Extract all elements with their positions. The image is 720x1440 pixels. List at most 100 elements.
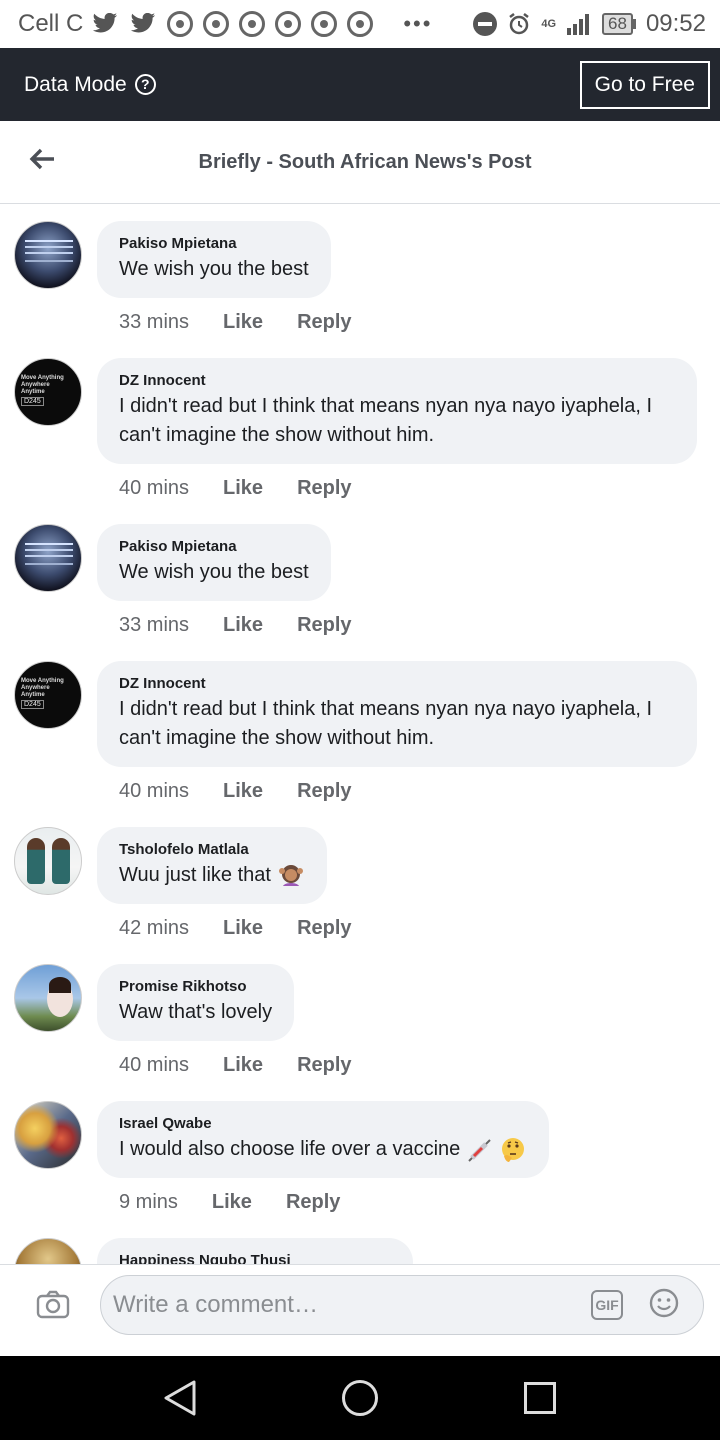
reply-button[interactable]: Reply [297, 917, 351, 940]
comment-author[interactable]: Pakiso Mpietana [119, 538, 309, 555]
avatar[interactable] [14, 964, 82, 1032]
comment-bubble[interactable]: Happiness Nqubo Thusi [97, 1238, 413, 1264]
reply-button[interactable]: Reply [297, 780, 351, 803]
back-arrow-icon[interactable] [28, 145, 56, 173]
comment-time: 40 mins [119, 477, 190, 499]
comment-actions: 9 mins Like Reply [119, 1191, 340, 1214]
comment-author[interactable]: Happiness Nqubo Thusi [119, 1252, 391, 1264]
comment-actions: 40 mins Like Reply [119, 780, 352, 803]
comment-actions: 40 mins Like Reply [119, 477, 352, 500]
go-to-free-button[interactable]: Go to Free [579, 60, 710, 109]
thinking-face-icon [502, 1137, 525, 1162]
comment-text-content: I would also choose life over a vaccine [119, 1138, 461, 1160]
battery-icon: 68 [602, 13, 636, 35]
like-button[interactable]: Like [223, 311, 263, 334]
comment-text: I would also choose life over a vaccine [119, 1135, 527, 1164]
reply-button[interactable]: Reply [297, 311, 351, 334]
comment-text: Waw that's lovely [119, 1001, 273, 1023]
comment-time: 40 mins [119, 780, 190, 802]
chrome-icon [167, 11, 194, 37]
chrome-icon [311, 11, 338, 37]
reply-button[interactable]: Reply [286, 1191, 340, 1214]
comment-text: Wuu just like that [119, 861, 305, 890]
comment-text-content: Wuu just like that [119, 864, 271, 886]
avatar[interactable] [14, 221, 82, 289]
avatar[interactable] [14, 1238, 82, 1264]
like-button[interactable]: Like [223, 477, 263, 500]
person-gesturing-ok-emoji-icon [278, 864, 303, 886]
smiley-icon[interactable] [649, 1288, 679, 1318]
alarm-icon [509, 13, 530, 35]
reply-button[interactable]: Reply [297, 1054, 351, 1077]
like-button[interactable]: Like [223, 1054, 263, 1077]
square-recents-icon[interactable] [524, 1382, 556, 1414]
comment-text: I didn't read but I think that means nya… [119, 395, 653, 446]
android-nav-bar [0, 1356, 720, 1440]
notification-icons: ••• [91, 11, 473, 37]
status-bar: Cell C ••• 4G 68 09:52 [0, 0, 720, 48]
comment-actions: 40 mins Like Reply [119, 1054, 352, 1077]
comment-actions: 33 mins Like Reply [119, 614, 352, 637]
avatar[interactable] [14, 661, 82, 729]
comment-author[interactable]: DZ Innocent [119, 675, 675, 692]
comment-bubble[interactable]: Pakiso Mpietana We wish you the best [97, 221, 331, 298]
like-button[interactable]: Like [212, 1191, 252, 1214]
comment-time: 42 mins [119, 917, 190, 939]
chrome-icon [239, 11, 266, 37]
twitter-icon [131, 13, 156, 33]
reply-button[interactable]: Reply [297, 614, 351, 637]
comment-bubble[interactable]: DZ Innocent I didn't read but I think th… [97, 661, 697, 767]
system-icons: 4G 68 09:52 [473, 10, 706, 38]
chrome-icon [275, 11, 302, 37]
gif-button[interactable]: GIF [591, 1290, 623, 1320]
data-mode-info[interactable]: Data Mode ? [24, 73, 156, 97]
comment-time: 33 mins [119, 311, 190, 333]
reply-button[interactable]: Reply [297, 477, 351, 500]
like-button[interactable]: Like [223, 917, 263, 940]
comment-bubble[interactable]: Israel Qwabe I would also choose life ov… [97, 1101, 550, 1178]
avatar[interactable] [14, 1101, 82, 1169]
data-mode-label: Data Mode [24, 72, 127, 96]
comment-bubble[interactable]: Promise Rikhotso Waw that's lovely [97, 964, 295, 1041]
comment-author[interactable]: Israel Qwabe [119, 1115, 527, 1132]
comment-input-placeholder: Write a comment… [113, 1291, 318, 1318]
like-button[interactable]: Like [223, 614, 263, 637]
network-type: 4G [541, 18, 557, 30]
avatar[interactable] [14, 358, 82, 426]
chrome-icon [347, 11, 374, 37]
comment-time: 33 mins [119, 614, 190, 636]
like-button[interactable]: Like [223, 780, 263, 803]
comment-bubble[interactable]: DZ Innocent I didn't read but I think th… [97, 358, 697, 464]
comment-bubble[interactable]: Tsholofelo Matlala Wuu just like that [97, 827, 327, 904]
comment-actions: 33 mins Like Reply [119, 311, 352, 334]
camera-icon[interactable] [36, 1289, 70, 1319]
comment-text: We wish you the best [119, 561, 309, 583]
comment-bubble[interactable]: Pakiso Mpietana We wish you the best [97, 524, 331, 601]
battery-level: 68 [602, 13, 633, 35]
clock: 09:52 [645, 10, 706, 37]
comment-author[interactable]: Promise Rikhotso [119, 978, 272, 995]
page-title: Briefly - South African News's Post [198, 150, 532, 173]
syringe-icon [468, 1139, 491, 1162]
carrier-name: Cell C [18, 10, 84, 37]
avatar[interactable] [14, 524, 82, 592]
more-notifications-icon: ••• [403, 11, 433, 36]
comment-text: We wish you the best [119, 258, 309, 280]
comment-actions: 42 mins Like Reply [119, 917, 352, 940]
avatar[interactable] [14, 827, 82, 895]
comment-input[interactable]: Write a comment… GIF [100, 1275, 704, 1335]
comment-composer: Write a comment… GIF [0, 1264, 720, 1356]
chrome-icon [203, 11, 230, 37]
comment-time: 40 mins [119, 1054, 190, 1076]
signal-icon [567, 14, 590, 35]
post-header: Briefly - South African News's Post [0, 121, 720, 204]
data-mode-bar: Data Mode ? Go to Free [0, 48, 720, 121]
comment-author[interactable]: Pakiso Mpietana [119, 235, 309, 252]
help-icon[interactable]: ? [134, 74, 156, 95]
comment-time: 9 mins [119, 1191, 178, 1213]
comment-author[interactable]: DZ Innocent [119, 372, 675, 389]
circle-home-icon[interactable] [342, 1380, 378, 1416]
comments-feed[interactable]: Pakiso Mpietana We wish you the best 33 … [0, 204, 720, 1264]
triangle-back-icon[interactable] [160, 1378, 200, 1418]
comment-author[interactable]: Tsholofelo Matlala [119, 841, 305, 858]
